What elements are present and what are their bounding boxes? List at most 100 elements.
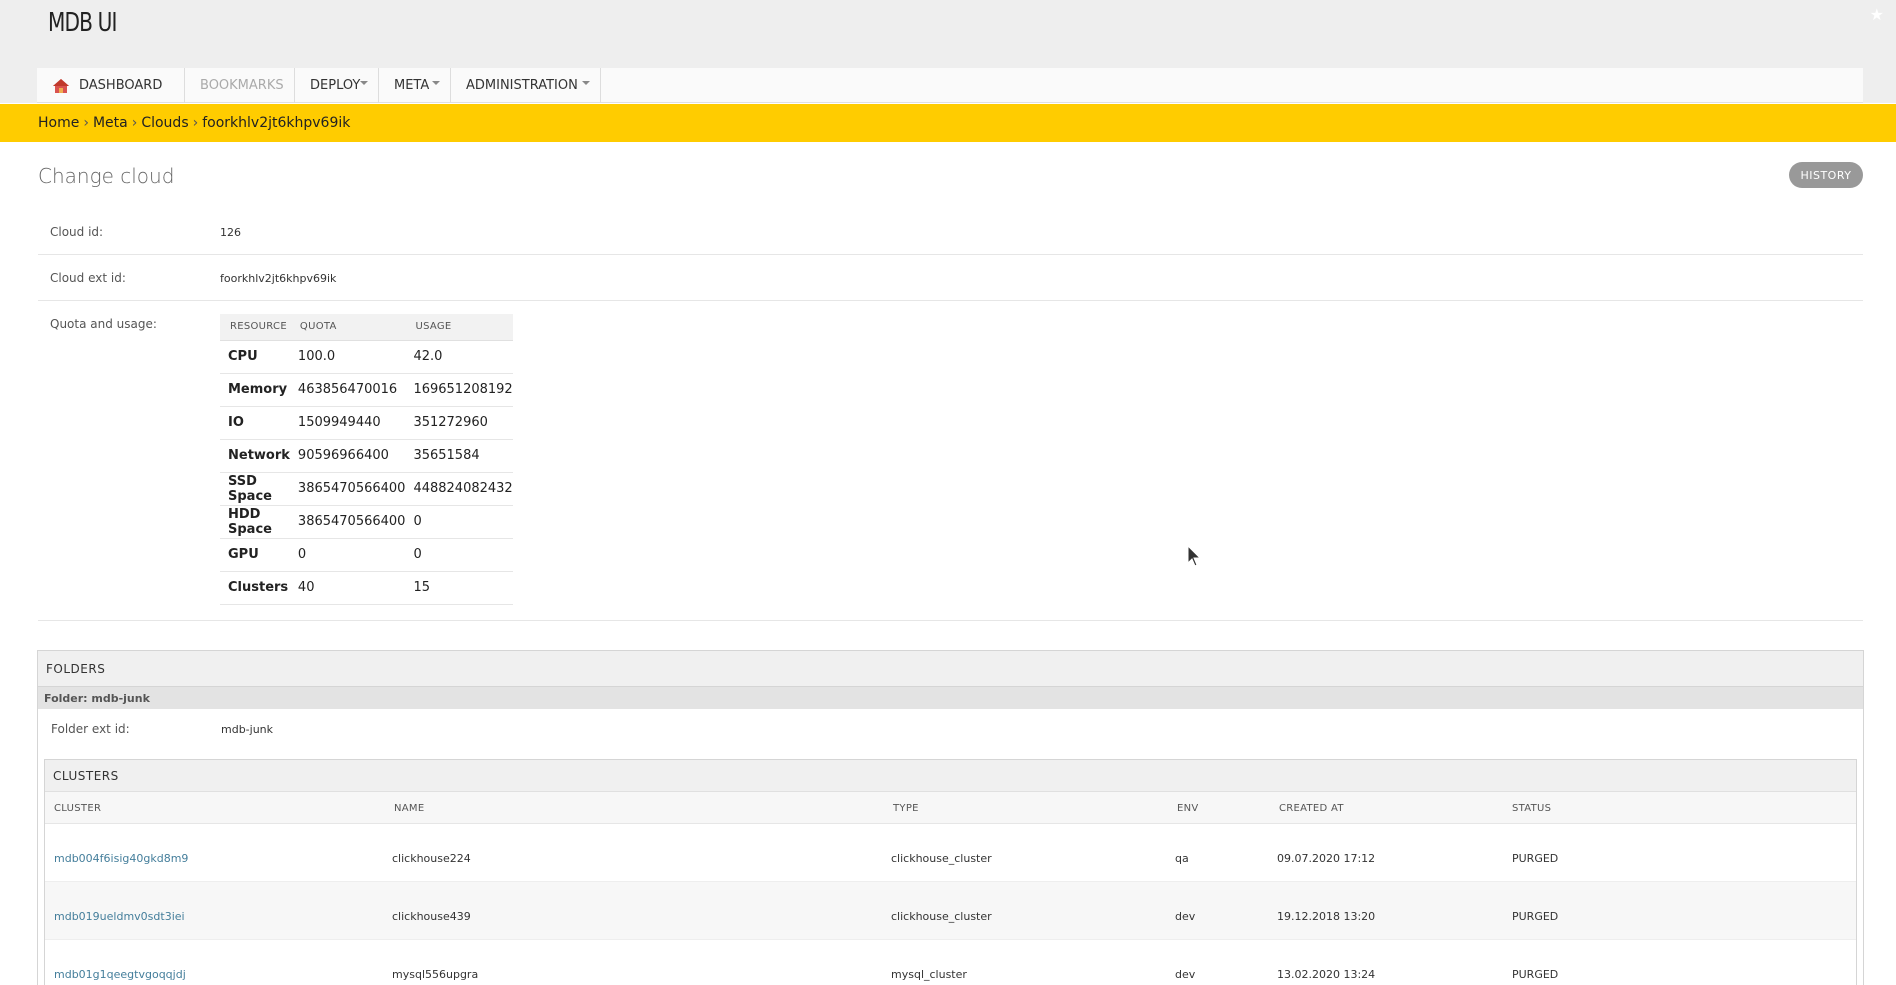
cluster-env: dev [1175,968,1196,981]
history-button[interactable]: History [1789,162,1863,188]
table-row: Network 90596966400 35651584 [220,439,513,473]
mouse-cursor-icon [1187,544,1202,571]
usage-cell: 0 [405,538,513,572]
nav-dashboard-label: Dashboard [79,78,163,93]
col-status: Status [1512,803,1552,814]
table-row: mdb019ueldmv0sdt3iei clickhouse439 click… [45,882,1856,940]
site-title[interactable]: MDB UI [48,8,117,38]
nav-bookmarks[interactable]: Bookmarks [185,68,295,103]
resource-cell: CPU [220,340,290,374]
table-row: Memory 463856470016 169651208192 [220,373,513,407]
cloud-ext-id-label: Cloud ext id: [50,271,126,285]
folders-panel: Folders Folder: mdb-junk Folder ext id: … [37,650,1864,985]
table-row: mdb004f6isig40gkd8m9 clickhouse224 click… [45,824,1856,882]
cluster-created: 09.07.2020 17:12 [1277,852,1376,865]
resource-cell: GPU [220,538,290,572]
resource-cell: Clusters [220,571,290,605]
quota-label: Quota and usage: [50,317,157,331]
nav-administration[interactable]: Administration [451,68,601,103]
quota-cell: 40 [289,571,406,605]
breadcrumb-separator: › [192,115,199,131]
table-row: SSD Space 3865470566400 448824082432 [220,472,513,506]
folder-ext-id-value: mdb-junk [221,723,274,736]
folders-header: Folders [38,651,1863,687]
usage-cell: 0 [405,505,513,539]
quota-table: Resource Quota Usage CPU 100.0 42.0 Memory… [220,314,513,605]
table-row: IO 1509949440 351272960 [220,406,513,440]
quota-cell: 3865470566400 [289,505,406,539]
col-name: Name [394,803,425,814]
cluster-id-link[interactable]: mdb01g1qeegtvgoqqjdj [54,968,186,981]
nav-deploy[interactable]: Deploy [295,68,379,103]
cluster-created: 19.12.2018 13:20 [1277,910,1376,923]
cloud-ext-id-row: Cloud ext id: foorkhlv2jt6khpv69ik [38,255,1863,301]
quota-table-header: Resource Quota Usage [220,314,513,341]
table-row: Clusters 40 15 [220,571,513,605]
chevron-down-icon [360,81,368,85]
col-type: Type [893,803,919,814]
col-created-at: Created at [1279,803,1344,814]
cluster-type: mysql_cluster [891,968,967,981]
breadcrumb-meta[interactable]: Meta [93,115,128,131]
usage-cell: 15 [405,571,513,605]
col-resource: Resource [220,314,290,341]
usage-cell: 42.0 [405,340,513,374]
clusters-column-header: Cluster Name Type Env Created at Status [45,792,1856,824]
cluster-status: PURGED [1512,968,1559,981]
col-quota: Quota [289,314,406,341]
cloud-id-label: Cloud id: [50,225,104,239]
cluster-id-link[interactable]: mdb019ueldmv0sdt3iei [54,910,185,923]
quota-cell: 1509949440 [289,406,406,440]
home-icon [52,78,70,94]
col-quota-label: Quota [299,321,337,333]
clusters-rows: mdb004f6isig40gkd8m9 clickhouse224 click… [45,824,1856,985]
site-header: MDB UI ★ Dashboard Bookmarks Deploy Meta [0,0,1896,103]
table-row: CPU 100.0 42.0 [220,340,513,374]
star-icon[interactable]: ★ [1870,5,1884,24]
usage-cell: 448824082432 [405,472,513,506]
breadcrumb-current: foorkhlv2jt6khpv69ik [202,115,351,131]
breadcrumb-home[interactable]: Home [38,115,79,131]
resource-cell: Network [220,439,290,473]
nav-meta[interactable]: Meta [379,68,451,103]
cluster-type: clickhouse_cluster [891,852,992,865]
resource-cell: SSD Space [220,472,290,506]
main-nav: Dashboard Bookmarks Deploy Meta Administ… [37,68,1863,103]
cluster-env: qa [1175,852,1189,865]
usage-cell: 351272960 [405,406,513,440]
clusters-panel: Clusters Cluster Name Type Env Created a… [44,759,1857,985]
cloud-id-row: Cloud id: 126 [38,209,1863,255]
resource-cell: HDD Space [220,505,290,539]
col-env: Env [1177,803,1199,814]
quota-cell: 0 [289,538,406,572]
page-title: Change cloud [38,164,175,188]
resource-cell: Memory [220,373,290,407]
table-row: HDD Space 3865470566400 0 [220,505,513,539]
breadcrumb: Home › Meta › Clouds › foorkhlv2jt6khpv6… [0,104,1896,142]
folder-subheader: Folder: mdb-junk [38,687,1863,709]
cluster-status: PURGED [1512,852,1559,865]
chevron-down-icon [582,81,590,85]
breadcrumb-separator: › [131,115,138,131]
cluster-created: 13.02.2020 13:24 [1277,968,1376,981]
nav-meta-label: Meta [394,78,430,93]
cluster-status: PURGED [1512,910,1559,923]
table-row: mdb01g1qeegtvgoqqjdj mysql556upgra mysql… [45,940,1856,985]
nav-dashboard[interactable]: Dashboard [37,68,185,103]
resource-cell: IO [220,406,290,440]
cluster-id-link[interactable]: mdb004f6isig40gkd8m9 [54,852,188,865]
usage-cell: 169651208192 [405,373,513,407]
nav-bookmarks-label: Bookmarks [200,78,284,93]
col-cluster: Cluster [54,803,102,814]
folder-ext-id-label: Folder ext id: [51,722,130,736]
table-row: GPU 0 0 [220,538,513,572]
quota-cell: 3865470566400 [289,472,406,506]
cloud-id-value: 126 [220,226,241,239]
nav-deploy-label: Deploy [310,78,361,93]
chevron-down-icon [432,81,440,85]
clusters-header: Clusters [45,760,1856,792]
breadcrumb-clouds[interactable]: Clouds [141,115,188,131]
cluster-name: mysql556upgra [392,968,479,981]
cluster-type: clickhouse_cluster [891,910,992,923]
folder-ext-id-row: Folder ext id: mdb-junk [38,709,1863,749]
